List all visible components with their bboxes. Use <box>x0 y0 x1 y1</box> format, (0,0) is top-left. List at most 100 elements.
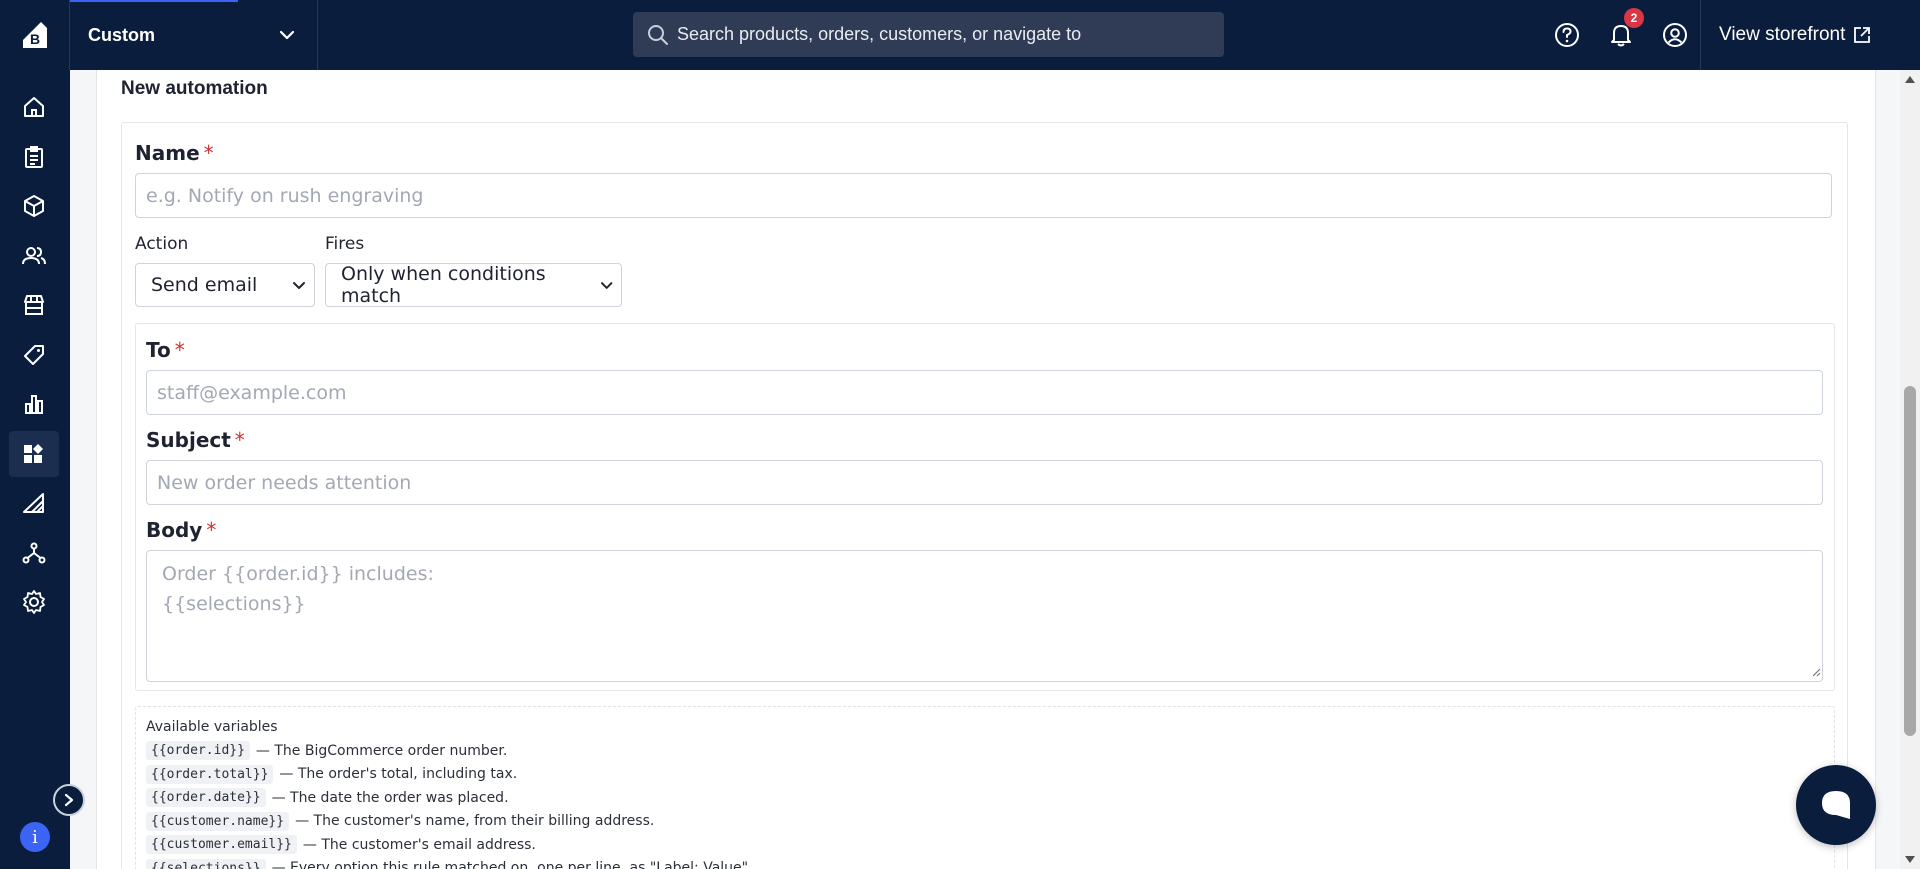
required-mark: * <box>174 338 185 362</box>
name-label-text: Name <box>135 141 200 165</box>
required-mark: * <box>203 141 214 165</box>
to-label-text: To <box>146 338 171 362</box>
variable-description: — The customer's name, from their billin… <box>295 813 655 830</box>
tag-icon <box>24 345 44 365</box>
sidebar-item-integrations[interactable] <box>9 530 59 576</box>
top-actions: 2 <box>1540 0 1702 70</box>
chevron-down-icon <box>279 30 295 40</box>
variable-description: — The date the order was placed. <box>271 789 509 806</box>
active-store-indicator <box>70 0 238 2</box>
variable-row: {{customer.email}} — The customer's emai… <box>146 833 1824 857</box>
sidebar-nav: i <box>0 70 70 869</box>
store-switcher[interactable]: Custom <box>70 0 318 70</box>
action-label: Action <box>135 234 189 254</box>
search-placeholder: Search products, orders, customers, or n… <box>677 24 1082 44</box>
help-icon <box>1555 23 1579 47</box>
sidebar-expand-button[interactable] <box>53 784 85 816</box>
sidebar-item-customers[interactable] <box>9 233 59 279</box>
sidebar-item-orders[interactable] <box>9 134 59 180</box>
sidebar-item-marketing[interactable] <box>9 332 59 378</box>
chat-launcher-button[interactable] <box>1796 765 1876 845</box>
variable-row: {{order.id}} — The BigCommerce order num… <box>146 739 1824 763</box>
fires-label: Fires <box>325 234 365 254</box>
variables-title: Available variables <box>146 719 278 735</box>
sidebar-item-analytics[interactable] <box>9 381 59 427</box>
body-label-text: Body <box>146 518 203 542</box>
search-icon <box>648 24 668 45</box>
chevron-down-icon <box>293 281 305 289</box>
global-search-input[interactable]: Search products, orders, customers, or n… <box>633 12 1224 57</box>
chat-bubble-icon <box>1822 791 1850 819</box>
storefront-icon <box>24 295 44 315</box>
body-label: Body * <box>146 518 216 542</box>
storefront-label: View storefront <box>1719 24 1846 45</box>
notifications-badge: 2 <box>1624 8 1644 28</box>
fires-select-value: Only when conditions match <box>341 263 546 307</box>
email-settings-card: To* Subject* Body* <box>135 323 1835 691</box>
variable-row: {{customer.name}} — The customer's name,… <box>146 810 1824 834</box>
svg-text:B: B <box>30 31 40 47</box>
variable-description: — Every option this rule matched on, one… <box>271 860 753 869</box>
customers-icon <box>22 247 46 265</box>
variable-description: — The order's total, including tax. <box>279 766 518 783</box>
required-mark: * <box>206 518 217 542</box>
apps-icon <box>24 444 43 463</box>
to-label: To * <box>146 338 185 362</box>
sidebar-item-home[interactable] <box>9 84 59 130</box>
sidebar-item-products[interactable] <box>9 183 59 229</box>
chevron-down-icon <box>600 281 613 289</box>
subject-label: Subject * <box>146 428 245 452</box>
sidebar-item-apps[interactable] <box>9 431 59 477</box>
section-title: New automation <box>121 78 268 99</box>
external-link-icon <box>1854 27 1871 43</box>
view-storefront-link[interactable]: View storefront <box>1700 0 1920 70</box>
automation-form: Name* Action Send email Fires Only when … <box>121 122 1848 869</box>
sidebar-item-storefront[interactable] <box>9 282 59 328</box>
scroll-up-arrow-icon[interactable] <box>1905 76 1915 83</box>
bigcommerce-logo[interactable]: B <box>0 0 70 70</box>
variable-code: {{customer.name}} <box>146 811 290 831</box>
scrollbar-thumb[interactable] <box>1904 386 1916 736</box>
account-button[interactable] <box>1648 0 1702 70</box>
variable-code: {{order.id}} <box>146 741 250 761</box>
subject-label-text: Subject <box>146 428 231 452</box>
variable-row: {{order.total}} — The order's total, inc… <box>146 763 1824 787</box>
orders-icon <box>25 146 43 168</box>
scroll-down-arrow-icon[interactable] <box>1905 856 1915 863</box>
products-icon <box>24 195 44 217</box>
home-icon <box>24 97 44 117</box>
fires-select[interactable]: Only when conditions match <box>325 263 622 307</box>
variable-code: {{order.date}} <box>146 788 266 808</box>
info-icon: i <box>32 826 38 848</box>
notifications-button[interactable]: 2 <box>1594 0 1648 70</box>
main-content: New automation Name* Action Send email F… <box>70 70 1900 869</box>
user-icon <box>1663 23 1687 47</box>
info-button[interactable]: i <box>20 822 50 852</box>
resize-handle-icon[interactable] <box>1811 667 1821 677</box>
name-input[interactable] <box>135 173 1832 218</box>
available-variables: Available variables {{order.id}} — The B… <box>135 706 1835 869</box>
gear-icon <box>23 590 45 614</box>
automation-panel: New automation Name* Action Send email F… <box>96 70 1876 869</box>
chevron-right-icon <box>64 793 74 807</box>
store-name: Custom <box>88 24 155 45</box>
variable-description: — The customer's email address. <box>302 836 536 853</box>
bigcommerce-logo-icon: B <box>22 22 47 48</box>
subject-input[interactable] <box>146 460 1823 505</box>
variable-description: — The BigCommerce order number. <box>255 742 508 759</box>
variable-row: {{order.date}} — The date the order was … <box>146 786 1824 810</box>
variable-code: {{customer.email}} <box>146 835 297 855</box>
variable-code: {{order.total}} <box>146 764 274 784</box>
analytics-icon <box>25 395 43 414</box>
top-bar: B Custom Search products, orders, custom… <box>0 0 1920 70</box>
help-button[interactable] <box>1540 0 1594 70</box>
action-select-value: Send email <box>151 274 258 296</box>
page-scrollbar[interactable] <box>1900 70 1920 869</box>
channels-icon <box>23 493 44 513</box>
action-select[interactable]: Send email <box>135 263 315 307</box>
body-textarea[interactable] <box>146 550 1823 682</box>
sidebar-item-settings[interactable] <box>9 579 59 625</box>
to-input[interactable] <box>146 370 1823 415</box>
sidebar-item-channels[interactable] <box>9 480 59 526</box>
variable-code: {{selections}} <box>146 858 266 869</box>
